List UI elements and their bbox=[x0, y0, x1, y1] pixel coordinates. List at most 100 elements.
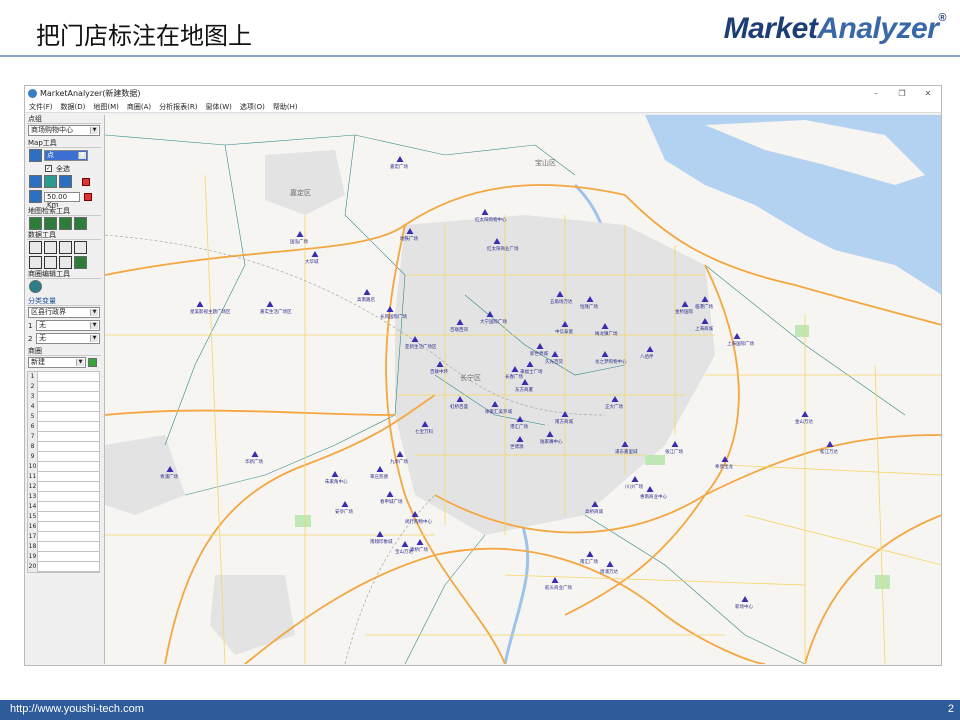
trade-area-row[interactable]: 12 bbox=[28, 482, 99, 492]
table-icon[interactable] bbox=[29, 241, 42, 254]
distance-field[interactable]: 50.00 Km bbox=[44, 191, 80, 209]
trade-area-row[interactable]: 20 bbox=[28, 562, 99, 572]
menu-map[interactable]: 地图(M) bbox=[93, 102, 119, 112]
row-cell[interactable] bbox=[38, 482, 99, 491]
menu-window[interactable]: 窗体(W) bbox=[205, 102, 231, 112]
map-canvas[interactable]: 嘉宏广场 大华城 国泓广场 地铁广场 红太阳购物中心 红太阳商业广场 星美影视主题广场区 嘉实… bbox=[104, 115, 941, 664]
circle-tool-icon[interactable] bbox=[29, 280, 42, 293]
trade-area-row[interactable]: 3 bbox=[28, 392, 99, 402]
menu-trade-area[interactable]: 商圈(A) bbox=[127, 102, 151, 112]
row-cell[interactable] bbox=[38, 432, 99, 441]
variable-2-select[interactable]: 无 ▼ bbox=[36, 333, 100, 344]
store-label: 陆家嘴中心 bbox=[540, 438, 563, 445]
import-icon[interactable] bbox=[29, 256, 42, 269]
row-cell[interactable] bbox=[38, 462, 99, 471]
trade-area-row[interactable]: 6 bbox=[28, 422, 99, 432]
export-icon[interactable] bbox=[44, 256, 57, 269]
row-cell[interactable] bbox=[38, 562, 99, 571]
app-logo-icon bbox=[28, 89, 37, 98]
select-rectangle-icon[interactable] bbox=[44, 175, 57, 188]
window-titlebar[interactable]: MarketAnalyzer(新建数据) – ❐ ✕ bbox=[25, 86, 941, 101]
row-number: 6 bbox=[28, 422, 38, 432]
maximize-button[interactable]: ❐ bbox=[889, 89, 915, 98]
store-label: 南翔印象城 bbox=[370, 538, 393, 545]
pointer-arrow-icon[interactable] bbox=[29, 190, 42, 203]
trade-area-row[interactable]: 9 bbox=[28, 452, 99, 462]
trade-area-select[interactable]: 新建 ▼ bbox=[28, 357, 86, 368]
zoom-magnifier-icon[interactable] bbox=[29, 149, 42, 162]
menu-help[interactable]: 帮助(H) bbox=[273, 102, 298, 112]
row-cell[interactable] bbox=[38, 372, 99, 381]
pan-hand-icon[interactable] bbox=[29, 175, 42, 188]
menu-options[interactable]: 选项(O) bbox=[240, 102, 265, 112]
plus-icon[interactable] bbox=[82, 177, 90, 186]
row-cell[interactable] bbox=[38, 502, 99, 511]
trade-area-row[interactable]: 8 bbox=[28, 442, 99, 452]
search-region-icon[interactable] bbox=[59, 217, 72, 230]
trade-area-row[interactable]: 11 bbox=[28, 472, 99, 482]
trade-area-row[interactable]: 10 bbox=[28, 462, 99, 472]
menu-file[interactable]: 文件(F) bbox=[29, 102, 53, 112]
trade-area-row[interactable]: 16 bbox=[28, 522, 99, 532]
row-cell[interactable] bbox=[38, 532, 99, 541]
trade-area-row[interactable]: 1 bbox=[28, 372, 99, 382]
point-group-select[interactable]: 商场购物中心 ▼ bbox=[28, 125, 100, 136]
row-cell[interactable] bbox=[38, 512, 99, 521]
row-cell[interactable] bbox=[38, 542, 99, 551]
slide-title: 把门店标注在地图上 bbox=[36, 22, 252, 50]
store-label: 红太阳购物中心 bbox=[475, 216, 507, 223]
store-label: 新场中心 bbox=[735, 603, 753, 610]
row-cell[interactable] bbox=[38, 392, 99, 401]
trade-area-row[interactable]: 5 bbox=[28, 412, 99, 422]
row-cell[interactable] bbox=[38, 422, 99, 431]
trade-area-row[interactable]: 13 bbox=[28, 492, 99, 502]
trade-area-row[interactable]: 4 bbox=[28, 402, 99, 412]
variable-1-select[interactable]: 无 ▼ bbox=[36, 320, 100, 331]
row-cell[interactable] bbox=[38, 412, 99, 421]
row-cell[interactable] bbox=[38, 472, 99, 481]
chevron-down-icon: ▼ bbox=[90, 127, 98, 134]
store-label: 五角场万达 bbox=[550, 298, 573, 305]
trade-area-row[interactable]: 19 bbox=[28, 552, 99, 562]
trade-area-row[interactable]: 17 bbox=[28, 532, 99, 542]
help-icon[interactable] bbox=[88, 358, 97, 367]
row-cell[interactable] bbox=[38, 492, 99, 501]
store-label: 青浦广场 bbox=[160, 473, 178, 480]
tool-select[interactable]: 点 ▼ bbox=[44, 150, 88, 161]
menu-data[interactable]: 数据(D) bbox=[61, 102, 86, 112]
row-cell[interactable] bbox=[38, 452, 99, 461]
select-all-label: 全选 bbox=[56, 164, 70, 173]
store-label: 梅龙镇广场 bbox=[595, 330, 618, 337]
row-cell[interactable] bbox=[38, 442, 99, 451]
window-controls: – ❐ ✕ bbox=[863, 89, 941, 98]
chevron-down-icon: ▼ bbox=[90, 309, 98, 316]
row-cell[interactable] bbox=[38, 402, 99, 411]
search-route-icon[interactable] bbox=[44, 217, 57, 230]
trade-area-row[interactable]: 14 bbox=[28, 502, 99, 512]
chevron-down-icon: ▼ bbox=[78, 152, 86, 159]
trade-area-row[interactable]: 18 bbox=[28, 542, 99, 552]
sheet-icon[interactable] bbox=[59, 241, 72, 254]
row-cell[interactable] bbox=[38, 522, 99, 531]
row-cell[interactable] bbox=[38, 552, 99, 561]
minus-icon[interactable] bbox=[84, 192, 92, 201]
menu-reports[interactable]: 分析报表(R) bbox=[159, 102, 197, 112]
row-cell[interactable] bbox=[38, 382, 99, 391]
category-variable-select[interactable]: 区县行政界 ▼ bbox=[28, 307, 100, 318]
select-all-checkbox[interactable]: ✓ bbox=[45, 165, 52, 172]
grid-icon[interactable] bbox=[44, 241, 57, 254]
close-button[interactable]: ✕ bbox=[915, 89, 941, 98]
report-icon[interactable] bbox=[74, 241, 87, 254]
search-layer-icon[interactable] bbox=[74, 217, 87, 230]
trade-area-row[interactable]: 15 bbox=[28, 512, 99, 522]
point-group-value: 商场购物中心 bbox=[31, 126, 73, 134]
minimize-button[interactable]: – bbox=[863, 89, 889, 98]
footer-url[interactable]: http://www.youshi-tech.com bbox=[10, 703, 144, 715]
trade-area-row[interactable]: 7 bbox=[28, 432, 99, 442]
search-area-icon[interactable] bbox=[29, 217, 42, 230]
measure-ruler-icon[interactable] bbox=[59, 175, 72, 188]
heatmap-icon[interactable] bbox=[74, 256, 87, 269]
store-label: 长风国际广场 bbox=[380, 313, 407, 320]
list-icon[interactable] bbox=[59, 256, 72, 269]
trade-area-row[interactable]: 2 bbox=[28, 382, 99, 392]
